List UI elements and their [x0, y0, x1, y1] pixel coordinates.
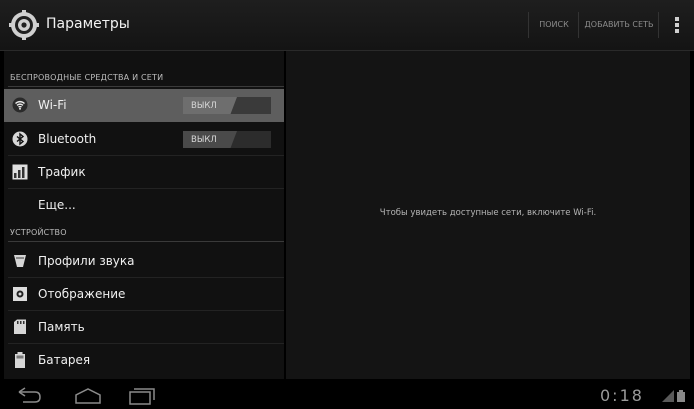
settings-item-sound-profiles[interactable]: Профили звука	[4, 245, 284, 278]
separator	[578, 12, 579, 38]
toggle-label: ВЫКЛ	[191, 101, 217, 111]
settings-item-label: Трафик	[38, 165, 86, 179]
back-icon[interactable]	[13, 387, 43, 405]
settings-item-label: Профили звука	[38, 254, 135, 268]
settings-item-display[interactable]: Отображение	[4, 278, 284, 311]
sound-profile-icon	[14, 255, 26, 267]
settings-item-label: Bluetooth	[38, 132, 97, 146]
wifi-icon	[12, 97, 28, 113]
separator	[528, 12, 529, 38]
toggle-label: ВЫКЛ	[191, 135, 217, 145]
app-title: Параметры	[46, 16, 130, 32]
settings-item-more[interactable]: Еще...	[4, 189, 284, 222]
settings-list: БЕСПРОВОДНЫЕ СРЕДСТВА И СЕТИ Wi-Fi ВЫКЛ	[4, 51, 284, 379]
divider	[8, 241, 284, 242]
display-icon	[13, 287, 27, 301]
navigation-bar: 0:18	[0, 381, 694, 409]
settings-item-bluetooth[interactable]: Bluetooth ВЫКЛ	[4, 123, 284, 156]
wifi-off-message: Чтобы увидеть доступные сети, включите W…	[379, 208, 597, 218]
search-button[interactable]: ПОИСК	[534, 0, 574, 50]
signal-icon	[662, 390, 685, 402]
wifi-toggle[interactable]: ВЫКЛ	[183, 97, 271, 114]
bluetooth-toggle[interactable]: ВЫКЛ	[183, 131, 271, 148]
detail-panel: Чтобы увидеть доступные сети, включите W…	[286, 51, 690, 379]
settings-item-label: Память	[38, 320, 85, 334]
settings-item-label: Отображение	[38, 287, 126, 301]
add-network-button[interactable]: ДОБАВИТЬ СЕТЬ	[582, 0, 656, 50]
settings-item-label: Wi-Fi	[38, 98, 67, 112]
settings-item-label: Еще...	[38, 198, 76, 212]
bluetooth-icon	[12, 131, 28, 147]
settings-item-label: Батарея	[38, 353, 91, 367]
divider	[8, 86, 284, 87]
battery-icon	[15, 352, 25, 368]
gear-icon[interactable]	[9, 10, 39, 40]
home-icon[interactable]	[73, 387, 103, 405]
action-bar: Параметры ПОИСК ДОБАВИТЬ СЕТЬ	[0, 0, 694, 51]
overflow-menu-icon[interactable]	[670, 16, 684, 34]
separator	[658, 12, 659, 38]
settings-screen: Параметры ПОИСК ДОБАВИТЬ СЕТЬ БЕСПРОВОДН…	[0, 0, 694, 409]
settings-item-wifi[interactable]: Wi-Fi ВЫКЛ	[4, 89, 284, 122]
storage-icon	[14, 319, 26, 334]
category-header-device: УСТРОЙСТВО	[10, 228, 67, 237]
chart-icon	[12, 164, 28, 180]
settings-item-traffic[interactable]: Трафик	[4, 156, 284, 189]
clock[interactable]: 0:18	[600, 386, 644, 405]
recent-apps-icon[interactable]	[126, 387, 156, 405]
settings-item-storage[interactable]: Память	[4, 311, 284, 344]
category-header-wireless: БЕСПРОВОДНЫЕ СРЕДСТВА И СЕТИ	[10, 73, 164, 82]
settings-item-battery[interactable]: Батарея	[4, 344, 284, 377]
